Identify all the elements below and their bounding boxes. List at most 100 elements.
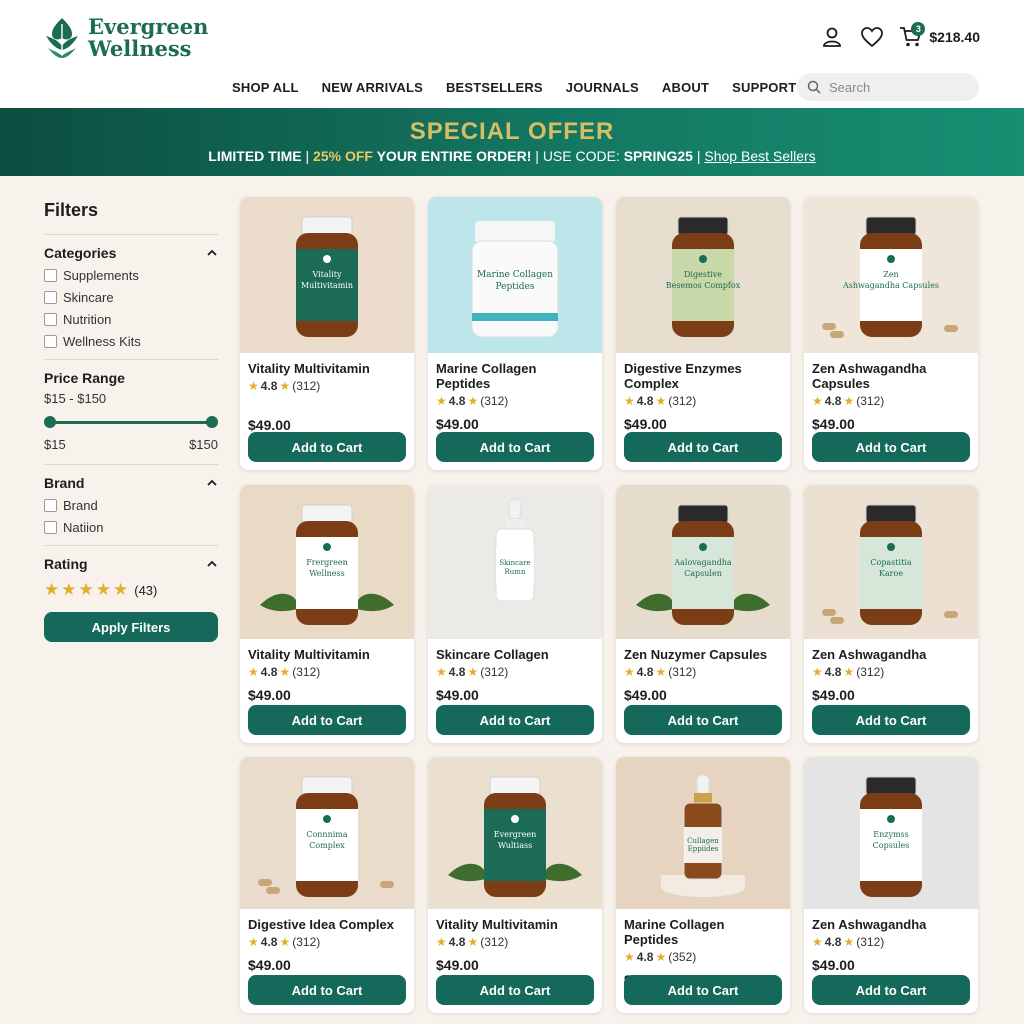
search-icon — [807, 80, 821, 94]
add-to-cart-button[interactable]: Add to Cart — [248, 432, 406, 462]
star-icon: ★ — [436, 394, 447, 408]
review-count: (352) — [668, 950, 697, 964]
product-card[interactable]: Frergreen Wellness Vitality Multivitamin… — [240, 485, 414, 743]
rating-header[interactable]: Rating — [44, 556, 218, 572]
star-icon: ★ — [248, 665, 259, 679]
rating-value: 4.8 — [448, 394, 466, 408]
product-name[interactable]: Digestive Enzymes Complex — [624, 361, 782, 391]
product-image[interactable]: Cullagen Eppiides — [616, 757, 790, 909]
wishlist-heart-icon[interactable] — [859, 24, 885, 50]
add-to-cart-button[interactable]: Add to Cart — [624, 705, 782, 735]
category-supplements[interactable]: Supplements — [44, 268, 218, 283]
price-range-header: Price Range — [44, 370, 218, 386]
svg-text:Copastitia: Copastitia — [870, 558, 911, 567]
product-rating: ★ 4.8 ★ (312) — [248, 379, 406, 393]
product-card[interactable]: Copastitia Karoe Zen Ashwagandha ★ 4.8 ★ (31… — [804, 485, 978, 743]
checkbox[interactable] — [44, 313, 57, 326]
product-card[interactable]: Marine Collagen Peptides Marine Collagen… — [428, 197, 602, 470]
product-name[interactable]: Vitality Multivitamin — [248, 647, 406, 662]
checkbox[interactable] — [44, 269, 57, 282]
product-name[interactable]: Marine Collagen Peptides — [436, 361, 594, 391]
product-card[interactable]: Zen Ashwagandha Capsules Zen Ashwagandha… — [804, 197, 978, 470]
product-image[interactable]: Zen Ashwagandha Capsules — [804, 197, 978, 353]
product-name[interactable]: Skincare Collagen — [436, 647, 594, 662]
product-image[interactable]: Enzymss Copsules — [804, 757, 978, 909]
chevron-up-icon[interactable] — [206, 477, 218, 489]
product-name[interactable]: Vitality Multivitamin — [436, 917, 594, 932]
product-card[interactable]: Skincare Rumn Skincare Collagen ★ 4.8 ★ (312… — [428, 485, 602, 743]
product-image[interactable]: Aalovagandha Capsulen — [616, 485, 790, 639]
add-to-cart-button[interactable]: Add to Cart — [248, 975, 406, 1005]
add-to-cart-button[interactable]: Add to Cart — [436, 975, 594, 1005]
category-wellness-kits[interactable]: Wellness Kits — [44, 334, 218, 349]
product-name[interactable]: Zen Nuzymer Capsules — [624, 647, 782, 662]
categories-header[interactable]: Categories — [44, 245, 218, 261]
nav-bestsellers[interactable]: BESTSELLERS — [446, 80, 543, 95]
brand-header[interactable]: Brand — [44, 475, 218, 491]
brand-option[interactable]: Natiion — [44, 520, 218, 535]
product-image[interactable]: Vitality Multivitamin — [240, 197, 414, 353]
chevron-up-icon[interactable] — [206, 247, 218, 259]
add-to-cart-button[interactable]: Add to Cart — [624, 975, 782, 1005]
nav-shop-all[interactable]: SHOP ALL — [232, 80, 299, 95]
account-icon[interactable] — [819, 24, 845, 50]
product-rating: ★ 4.8 ★ (312) — [436, 665, 594, 679]
product-card[interactable]: Aalovagandha Capsulen Zen Nuzymer Capsul… — [616, 485, 790, 743]
checkbox[interactable] — [44, 521, 57, 534]
nav-new-arrivals[interactable]: NEW ARRIVALS — [322, 80, 423, 95]
add-to-cart-button[interactable]: Add to Cart — [624, 432, 782, 462]
slider-min-handle[interactable] — [44, 416, 56, 428]
rating-filter[interactable]: ★ ★ ★ ★ ★ (43) — [44, 580, 218, 600]
cart-button[interactable]: 3 $218.40 — [899, 22, 980, 48]
product-name[interactable]: Zen Ashwagandha — [812, 647, 970, 662]
category-skincare[interactable]: Skincare — [44, 290, 218, 305]
svg-text:Digestive: Digestive — [684, 270, 722, 279]
checkbox[interactable] — [44, 499, 57, 512]
banner-limited: LIMITED TIME — [208, 148, 302, 164]
brand-option[interactable]: Brand — [44, 498, 218, 513]
product-name[interactable]: Digestive Idea Complex — [248, 917, 406, 932]
banner-shop-link[interactable]: Shop Best Sellers — [704, 148, 815, 164]
product-card[interactable]: Vitality Multivitamin Vitality Multivita… — [240, 197, 414, 470]
svg-text:Wellness: Wellness — [309, 569, 345, 578]
product-name[interactable]: Vitality Multivitamin — [248, 361, 406, 376]
product-card[interactable]: Enzymss Copsules Zen Ashwagandha ★ 4.8 ★ (31… — [804, 757, 978, 1013]
product-image[interactable]: Frergreen Wellness — [240, 485, 414, 639]
svg-text:Skincare: Skincare — [499, 559, 530, 567]
search-input[interactable] — [829, 79, 959, 95]
product-image[interactable]: Skincare Rumn — [428, 485, 602, 639]
add-to-cart-button[interactable]: Add to Cart — [812, 705, 970, 735]
price-range-slider[interactable] — [44, 415, 218, 429]
banner-message: LIMITED TIME | 25% OFF YOUR ENTIRE ORDER… — [0, 148, 1024, 164]
product-card[interactable]: Evergreen Wultiass Vitality Multivitamin… — [428, 757, 602, 1013]
checkbox[interactable] — [44, 291, 57, 304]
category-nutrition[interactable]: Nutrition — [44, 312, 218, 327]
checkbox[interactable] — [44, 335, 57, 348]
add-to-cart-button[interactable]: Add to Cart — [436, 705, 594, 735]
slider-max-handle[interactable] — [206, 416, 218, 428]
product-name[interactable]: Zen Ashwagandha Capsules — [812, 361, 970, 391]
product-image[interactable]: Digestive Besemos Compfox — [616, 197, 790, 353]
chevron-up-icon[interactable] — [206, 558, 218, 570]
add-to-cart-button[interactable]: Add to Cart — [812, 975, 970, 1005]
brand-logo[interactable]: Evergreen Wellness — [44, 16, 208, 60]
product-name[interactable]: Marine Collagen Peptides — [624, 917, 782, 947]
add-to-cart-button[interactable]: Add to Cart — [248, 705, 406, 735]
add-to-cart-button[interactable]: Add to Cart — [812, 432, 970, 462]
svg-text:Complex: Complex — [309, 841, 345, 850]
add-to-cart-button[interactable]: Add to Cart — [436, 432, 594, 462]
product-image[interactable]: Copastitia Karoe — [804, 485, 978, 639]
svg-text:Capsulen: Capsulen — [684, 569, 722, 578]
review-count: (312) — [480, 935, 509, 949]
product-image[interactable]: Marine Collagen Peptides — [428, 197, 602, 353]
nav-support[interactable]: SUPPORT — [732, 80, 796, 95]
nav-journals[interactable]: JOURNALS — [566, 80, 639, 95]
product-image[interactable]: Evergreen Wultiass — [428, 757, 602, 909]
product-image[interactable]: Connnima Complex — [240, 757, 414, 909]
apply-filters-button[interactable]: Apply Filters — [44, 612, 218, 642]
product-card[interactable]: Connnima Complex Digestive Idea Complex ★… — [240, 757, 414, 1013]
product-card[interactable]: Cullagen Eppiides Marine Collagen Peptid… — [616, 757, 790, 1013]
nav-about[interactable]: ABOUT — [662, 80, 709, 95]
product-name[interactable]: Zen Ashwagandha — [812, 917, 970, 932]
product-card[interactable]: Digestive Besemos Compfox Digestive Enzy… — [616, 197, 790, 470]
